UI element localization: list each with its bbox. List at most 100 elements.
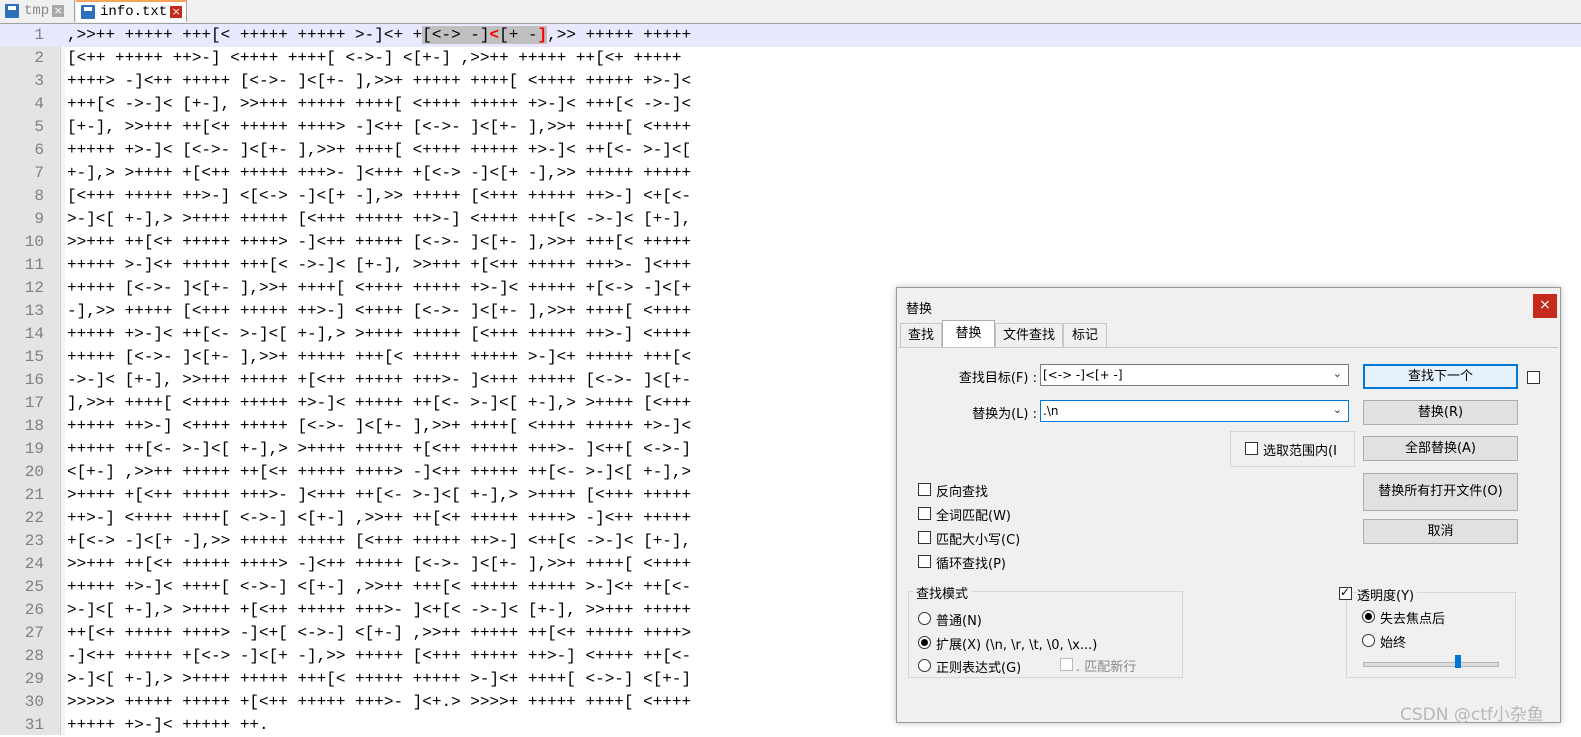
line-text-prefix: ,>>++ +++++ +++[< +++++ +++++ >-]<+ + bbox=[67, 26, 423, 44]
line-text: >>+++ ++[<+ +++++ ++++> -]<++ +++++ [<->… bbox=[67, 233, 692, 251]
editor-line[interactable]: 8 [<+++ +++++ ++>-] <[<-> -]<[+ -],>> +++… bbox=[0, 185, 1581, 208]
editor-line[interactable]: 11 +++++ >-]<+ +++++ +++[< ->-]< [+-], >>… bbox=[0, 254, 1581, 277]
line-text: +++++ +>-]< [<->- ]<[+- ],>>+ ++++[ <+++… bbox=[67, 141, 692, 159]
replace-button[interactable]: 替换(R) bbox=[1363, 400, 1518, 425]
line-number: 27 bbox=[24, 624, 44, 642]
line-number: 26 bbox=[24, 601, 44, 619]
line-number: 19 bbox=[24, 440, 44, 458]
line-text: -]<++ +++++ +[<-> -]<[+ -],>> +++++ [<++… bbox=[67, 647, 692, 665]
close-icon[interactable]: × bbox=[170, 6, 183, 18]
tab-info-txt[interactable]: info.txt × bbox=[76, 0, 187, 22]
backward-label: 反向查找 bbox=[936, 485, 989, 500]
editor-line[interactable]: 5 [+-], >>+++ ++[<+ +++++ ++++> -]<++ [<-… bbox=[0, 116, 1581, 139]
transparency-slider-thumb[interactable] bbox=[1455, 655, 1461, 668]
editor-line[interactable]: 1 ,>>++ +++++ +++[< +++++ +++++ >-]<+ +[<… bbox=[0, 24, 1581, 47]
line-text: ,>>++ +++++ +++[< +++++ +++++ >-]<+ +[<-… bbox=[67, 24, 691, 47]
tab-bar: tmp × info.txt × bbox=[0, 0, 1581, 24]
line-text: ++>-] <++++ ++++[ <->-] <[+-] ,>>++ ++[<… bbox=[67, 509, 692, 527]
line-number: 4 bbox=[34, 95, 44, 113]
line-text: [+-], >>+++ ++[<+ +++++ ++++> -]<++ [<->… bbox=[67, 118, 692, 136]
line-text: [<++ +++++ ++>-] <++++ ++++[ <->-] <[+-]… bbox=[67, 49, 682, 67]
tab-tmp[interactable]: tmp × bbox=[0, 0, 75, 22]
close-icon[interactable]: × bbox=[52, 5, 65, 17]
find-next-checkbox[interactable] bbox=[1527, 371, 1540, 384]
transparency-checkbox[interactable] bbox=[1339, 585, 1352, 600]
line-text: +++++ >-]<+ +++++ +++[< ->-]< [+-], >>++… bbox=[67, 256, 692, 274]
replace-all-open-files-button[interactable]: 替换所有打开文件(O) bbox=[1363, 473, 1518, 511]
chevron-down-icon[interactable]: ⌄ bbox=[1333, 403, 1342, 416]
line-number: 31 bbox=[24, 716, 44, 734]
tab-divider bbox=[898, 347, 1558, 348]
watermark: CSDN @ctf小杂鱼 bbox=[1400, 705, 1544, 725]
editor-line[interactable]: 3 ++++> -]<++ +++++ [<->- ]<[+- ],>>+ +++… bbox=[0, 70, 1581, 93]
find-input[interactable] bbox=[1043, 365, 1333, 385]
replace-all-button[interactable]: 全部替换(A) bbox=[1363, 436, 1518, 461]
line-number: 17 bbox=[24, 394, 44, 412]
editor-line[interactable]: 10 >>+++ ++[<+ +++++ ++++> -]<++ +++++ [<… bbox=[0, 231, 1581, 254]
editor-line[interactable]: 9 >-]<[ +-],> >++++ +++++ [<+++ +++++ ++>… bbox=[0, 208, 1581, 231]
tab-replace[interactable]: 替换 bbox=[942, 320, 995, 347]
whole-word-checkbox[interactable] bbox=[918, 507, 931, 520]
mode-normal-label: 普通(N) bbox=[936, 614, 982, 629]
line-number: 7 bbox=[34, 164, 44, 182]
line-number: 3 bbox=[34, 72, 44, 90]
line-number: 21 bbox=[24, 486, 44, 504]
mode-normal-radio[interactable] bbox=[918, 612, 931, 625]
line-number: 18 bbox=[24, 417, 44, 435]
line-text: +++++ +>-]< ++[<- >-]<[ +-],> >++++ ++++… bbox=[67, 325, 692, 343]
line-number: 9 bbox=[34, 210, 44, 228]
line-text: +++++ [<->- ]<[+- ],>>+ +++++ +++[< ++++… bbox=[67, 348, 692, 366]
dialog-title: 替换 bbox=[906, 302, 933, 317]
line-number: 6 bbox=[34, 141, 44, 159]
wrap-around-label: 循环查找(P) bbox=[936, 557, 1006, 572]
replace-input[interactable] bbox=[1043, 401, 1333, 421]
always-radio[interactable] bbox=[1362, 634, 1375, 647]
line-number: 13 bbox=[24, 302, 44, 320]
in-selection-checkbox[interactable] bbox=[1245, 442, 1258, 455]
on-lose-focus-label: 失去焦点后 bbox=[1380, 612, 1446, 627]
line-text: ++[<+ +++++ ++++> -]<+[ <->-] <[+-] ,>>+… bbox=[67, 624, 692, 642]
chevron-down-icon[interactable]: ⌄ bbox=[1333, 367, 1342, 380]
tab-find[interactable]: 查找 bbox=[900, 323, 942, 347]
line-number: 16 bbox=[24, 371, 44, 389]
mode-extended-label: 扩展(X) (\n, \r, \t, \0, \x...) bbox=[936, 638, 1098, 653]
line-text: ->-]< [+-], >>+++ +++++ +[<++ +++++ +++>… bbox=[67, 371, 692, 389]
line-number: 15 bbox=[24, 348, 44, 366]
mode-regex-label: 正则表达式(G) bbox=[936, 661, 1022, 676]
line-text: <[+-] ,>>++ +++++ ++[<+ +++++ ++++> -]<+… bbox=[67, 463, 692, 481]
editor-line[interactable]: 7 +-],> >++++ +[<++ +++++ +++>- ]<+++ +[<… bbox=[0, 162, 1581, 185]
line-number: 20 bbox=[24, 463, 44, 481]
close-icon[interactable]: × bbox=[1533, 294, 1557, 318]
line-text: +-],> >++++ +[<++ +++++ +++>- ]<+++ +[<-… bbox=[67, 164, 692, 182]
find-label: 查找目标(F) : bbox=[958, 371, 1037, 386]
find-combobox[interactable]: ⌄ bbox=[1040, 364, 1349, 386]
on-lose-focus-radio[interactable] bbox=[1362, 610, 1375, 623]
wrap-around-checkbox[interactable] bbox=[918, 555, 931, 568]
line-text: >-]<[ +-],> >++++ +++++ +++[< +++++ ++++… bbox=[67, 670, 692, 688]
tab-find-in-files[interactable]: 文件查找 bbox=[995, 323, 1063, 347]
line-number: 10 bbox=[24, 233, 44, 251]
line-text: >>>>> +++++ +++++ +[<++ +++++ +++>- ]<+.… bbox=[67, 693, 692, 711]
backward-checkbox[interactable] bbox=[918, 483, 931, 496]
replace-combobox[interactable]: ⌄ bbox=[1040, 400, 1349, 422]
mode-extended-radio[interactable] bbox=[918, 636, 931, 649]
editor-line[interactable]: 4 +++[< ->-]< [+-], >>+++ +++++ ++++[ <++… bbox=[0, 93, 1581, 116]
dot-newline-checkbox[interactable] bbox=[1060, 658, 1073, 671]
transparency-slider[interactable] bbox=[1363, 662, 1499, 667]
match-case-label: 匹配大小写(C) bbox=[936, 533, 1021, 548]
match-case-checkbox[interactable] bbox=[918, 531, 931, 544]
line-text: +[<-> -]<[+ -],>> +++++ +++++ [<+++ ++++… bbox=[67, 532, 692, 550]
line-number: 23 bbox=[24, 532, 44, 550]
cancel-button[interactable]: 取消 bbox=[1363, 519, 1518, 544]
tab-mark[interactable]: 标记 bbox=[1063, 323, 1107, 347]
editor-line[interactable]: 6 +++++ +>-]< [<->- ]<[+- ],>>+ ++++[ <++… bbox=[0, 139, 1581, 162]
line-number: 24 bbox=[24, 555, 44, 573]
line-text: >-]<[ +-],> >++++ +[<++ +++++ +++>- ]<+[… bbox=[67, 601, 692, 619]
line-number: 29 bbox=[24, 670, 44, 688]
brace-match: ] bbox=[537, 26, 548, 44]
line-number: 28 bbox=[24, 647, 44, 665]
mode-regex-radio[interactable] bbox=[918, 659, 931, 672]
find-next-button[interactable]: 查找下一个 bbox=[1363, 364, 1518, 389]
editor-line[interactable]: 2 [<++ +++++ ++>-] <++++ ++++[ <->-] <[+-… bbox=[0, 47, 1581, 70]
line-text: ],>>+ ++++[ <++++ +++++ +>-]< +++++ ++[<… bbox=[67, 394, 692, 412]
